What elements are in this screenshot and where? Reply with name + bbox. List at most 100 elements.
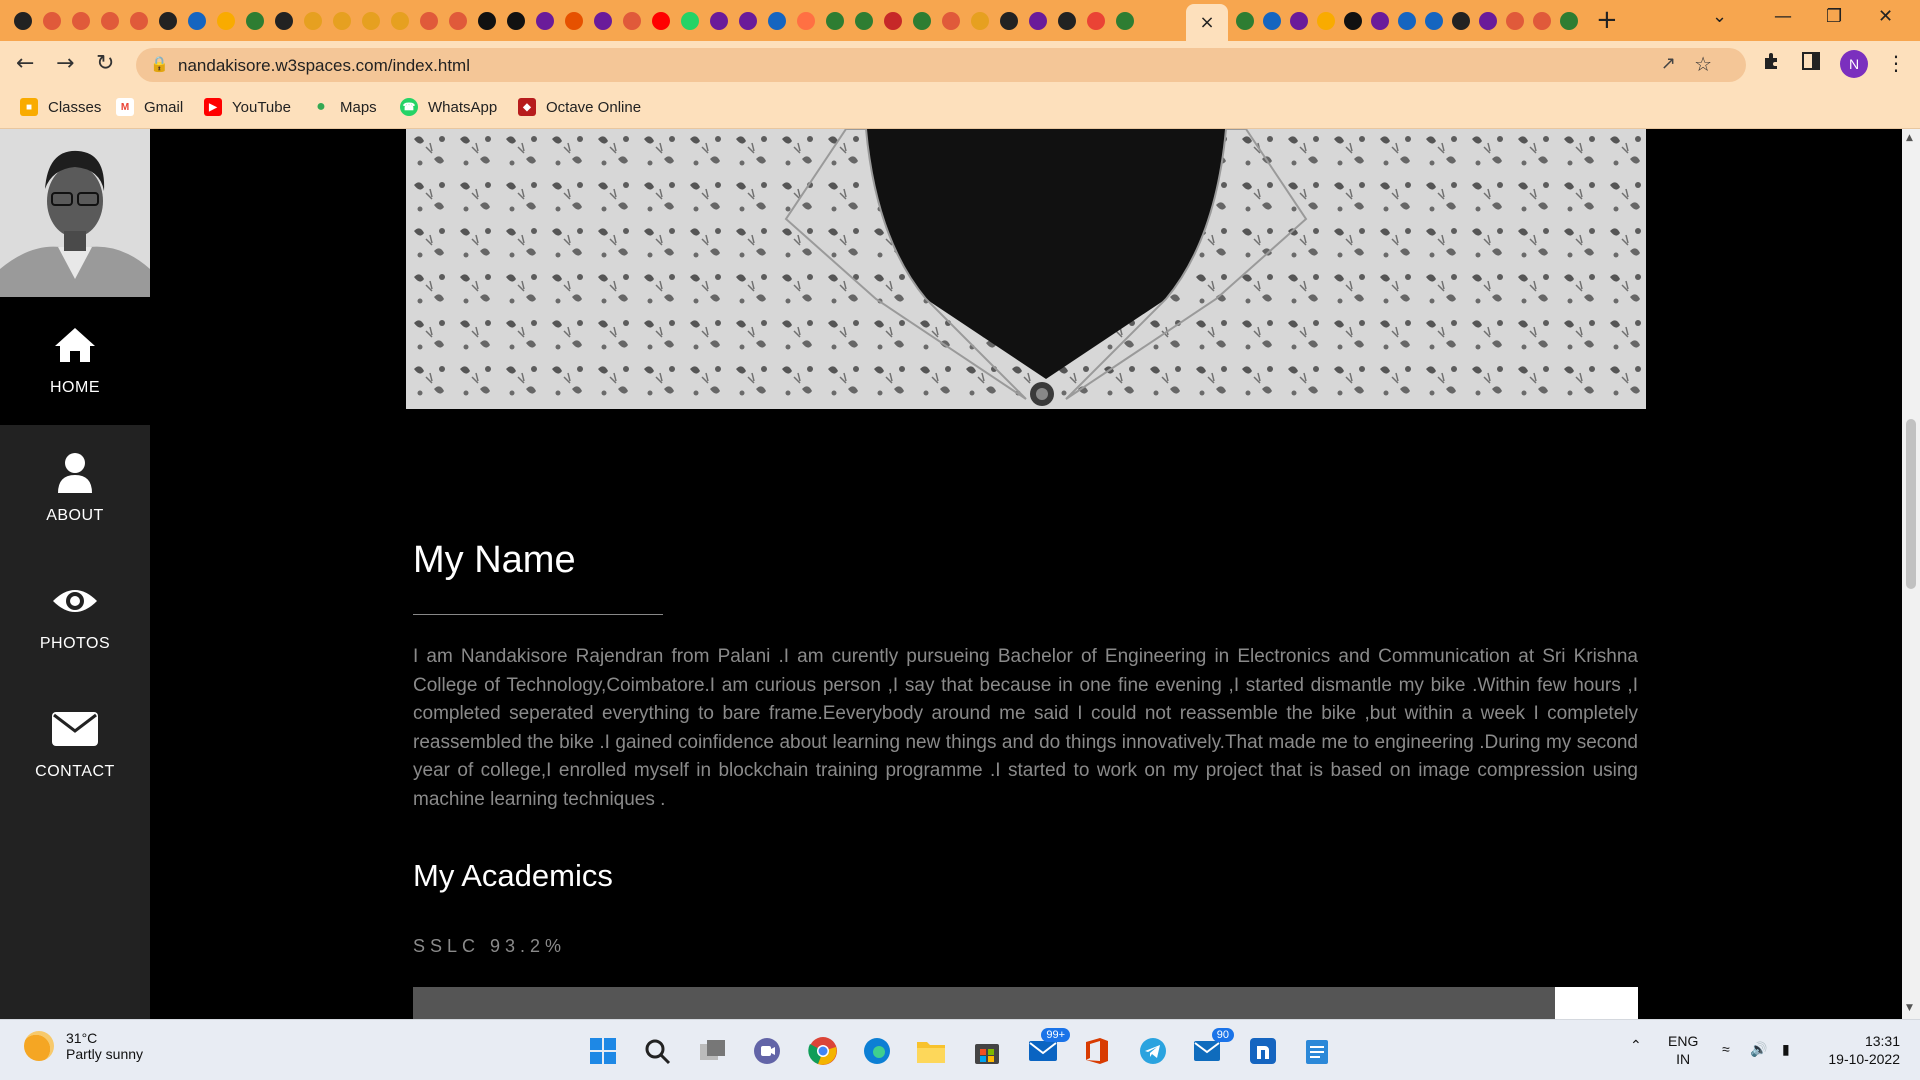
share-icon[interactable]: ↗ (1661, 53, 1676, 74)
pinned-tab[interactable] (271, 8, 297, 34)
microsoft-store-icon[interactable] (970, 1034, 1004, 1068)
page-scrollbar[interactable]: ▲ ▼ (1902, 129, 1920, 1019)
pinned-tab[interactable] (1475, 8, 1501, 34)
pinned-tab[interactable] (1259, 8, 1285, 34)
pinned-tab[interactable] (532, 8, 558, 34)
task-view-icon[interactable] (696, 1034, 730, 1068)
pinned-tab[interactable] (1448, 8, 1474, 34)
pinned-tab[interactable] (1556, 8, 1582, 34)
bookmark-star-icon[interactable]: ☆ (1694, 52, 1712, 76)
search-icon[interactable] (640, 1034, 674, 1068)
language-indicator[interactable]: ENG IN (1668, 1032, 1698, 1068)
pinned-tab[interactable] (1421, 8, 1447, 34)
clock[interactable]: 13:31 19-10-2022 (1820, 1032, 1900, 1068)
pinned-tab[interactable] (764, 8, 790, 34)
sidebar-item-about[interactable]: ABOUT (0, 425, 150, 553)
telegram-icon[interactable] (1136, 1034, 1170, 1068)
scroll-up-arrow-icon[interactable]: ▲ (1906, 133, 1913, 143)
restore-icon[interactable]: ❐ (1826, 6, 1842, 27)
pinned-tab[interactable] (1367, 8, 1393, 34)
pinned-tab[interactable] (1340, 8, 1366, 34)
pinned-tab[interactable] (1054, 8, 1080, 34)
show-hidden-icons-chevron-icon[interactable]: ⌃ (1630, 1036, 1642, 1054)
teams-chat-icon[interactable] (750, 1034, 784, 1068)
pinned-tab[interactable] (590, 8, 616, 34)
notepad-icon[interactable] (1300, 1034, 1334, 1068)
volume-icon[interactable]: 🔊 (1750, 1040, 1767, 1058)
pinned-tab[interactable] (967, 8, 993, 34)
pinned-tab[interactable] (1313, 8, 1339, 34)
outlook-icon[interactable]: 90 (1190, 1028, 1234, 1068)
pinned-tab[interactable] (1529, 8, 1555, 34)
address-bar[interactable]: 🔒 nandakisore.w3spaces.com/index.html ↗ … (136, 48, 1746, 82)
pinned-tab[interactable] (387, 8, 413, 34)
bookmark-gmail[interactable]: M Gmail (116, 98, 183, 116)
file-explorer-icon[interactable] (914, 1034, 948, 1068)
pinned-tab[interactable] (938, 8, 964, 34)
windows-start-icon[interactable] (586, 1034, 620, 1068)
pinned-tab[interactable] (1502, 8, 1528, 34)
notion-like-n-icon[interactable] (1246, 1034, 1280, 1068)
pinned-tab[interactable] (358, 8, 384, 34)
pinned-tab[interactable] (851, 8, 877, 34)
side-panel-icon[interactable] (1802, 51, 1820, 75)
bookmark-youtube[interactable]: ▶ YouTube (204, 98, 291, 116)
tab-search-chevron-icon[interactable]: ⌄ (1712, 6, 1727, 27)
pinned-tab[interactable] (126, 8, 152, 34)
pinned-tab[interactable] (648, 8, 674, 34)
bookmark-octave-online[interactable]: ◆ Octave Online (518, 98, 641, 116)
pinned-tab[interactable] (1394, 8, 1420, 34)
pinned-tab[interactable] (822, 8, 848, 34)
pinned-tab[interactable] (996, 8, 1022, 34)
pinned-tab[interactable] (619, 8, 645, 34)
active-tab[interactable]: × (1186, 4, 1228, 41)
kebab-menu-icon[interactable]: ⋮ (1886, 51, 1906, 75)
pinned-tab[interactable] (1112, 8, 1138, 34)
minimize-icon[interactable]: — (1774, 6, 1792, 27)
edge-icon[interactable] (860, 1034, 894, 1068)
pinned-tab[interactable] (793, 8, 819, 34)
scrollbar-thumb[interactable] (1906, 419, 1916, 589)
pinned-tab[interactable] (213, 8, 239, 34)
forward-arrow-icon[interactable]: → (56, 51, 74, 77)
sidebar-item-home[interactable]: HOME (0, 297, 150, 425)
pinned-tab[interactable] (1083, 8, 1109, 34)
bookmark-whatsapp[interactable]: ☎ WhatsApp (400, 98, 497, 116)
pinned-tab[interactable] (677, 8, 703, 34)
bookmark-classes[interactable]: ■ Classes (20, 98, 101, 116)
bookmark-maps[interactable]: ● Maps (312, 98, 377, 116)
pinned-tab[interactable] (503, 8, 529, 34)
extensions-puzzle-icon[interactable] (1762, 51, 1782, 76)
weather-widget[interactable]: 31°C Partly sunny (24, 1030, 143, 1062)
pinned-tab[interactable] (706, 8, 732, 34)
pinned-tab[interactable] (97, 8, 123, 34)
office-icon[interactable] (1080, 1034, 1114, 1068)
new-tab-button[interactable]: + (1596, 6, 1618, 34)
pinned-tab[interactable] (1286, 8, 1312, 34)
url-text[interactable]: nandakisore.w3spaces.com/index.html (178, 56, 470, 76)
pinned-tab[interactable] (184, 8, 210, 34)
reload-icon[interactable]: ↻ (96, 51, 114, 77)
pinned-tab[interactable] (735, 8, 761, 34)
pinned-tab[interactable] (1232, 8, 1258, 34)
pinned-tab[interactable] (880, 8, 906, 34)
back-arrow-icon[interactable]: ← (16, 51, 34, 77)
pinned-tab[interactable] (155, 8, 181, 34)
sidebar-item-photos[interactable]: PHOTOS (0, 553, 150, 681)
pinned-tab[interactable] (1025, 8, 1051, 34)
pinned-tab[interactable] (39, 8, 65, 34)
wifi-icon[interactable]: ≈ (1722, 1040, 1730, 1058)
pinned-tab[interactable] (416, 8, 442, 34)
battery-icon[interactable]: ▮ (1782, 1040, 1790, 1058)
pinned-tab[interactable] (329, 8, 355, 34)
pinned-tab[interactable] (474, 8, 500, 34)
pinned-tab[interactable] (242, 8, 268, 34)
mail-icon[interactable]: 99+ (1026, 1028, 1070, 1068)
close-tab-icon[interactable]: × (1199, 12, 1214, 33)
scroll-down-arrow-icon[interactable]: ▼ (1906, 1003, 1913, 1013)
sidebar-item-contact[interactable]: CONTACT (0, 681, 150, 809)
pinned-tab[interactable] (10, 8, 36, 34)
profile-avatar[interactable]: N (1840, 50, 1868, 78)
window-close-icon[interactable]: ✕ (1878, 6, 1893, 27)
pinned-tab[interactable] (445, 8, 471, 34)
